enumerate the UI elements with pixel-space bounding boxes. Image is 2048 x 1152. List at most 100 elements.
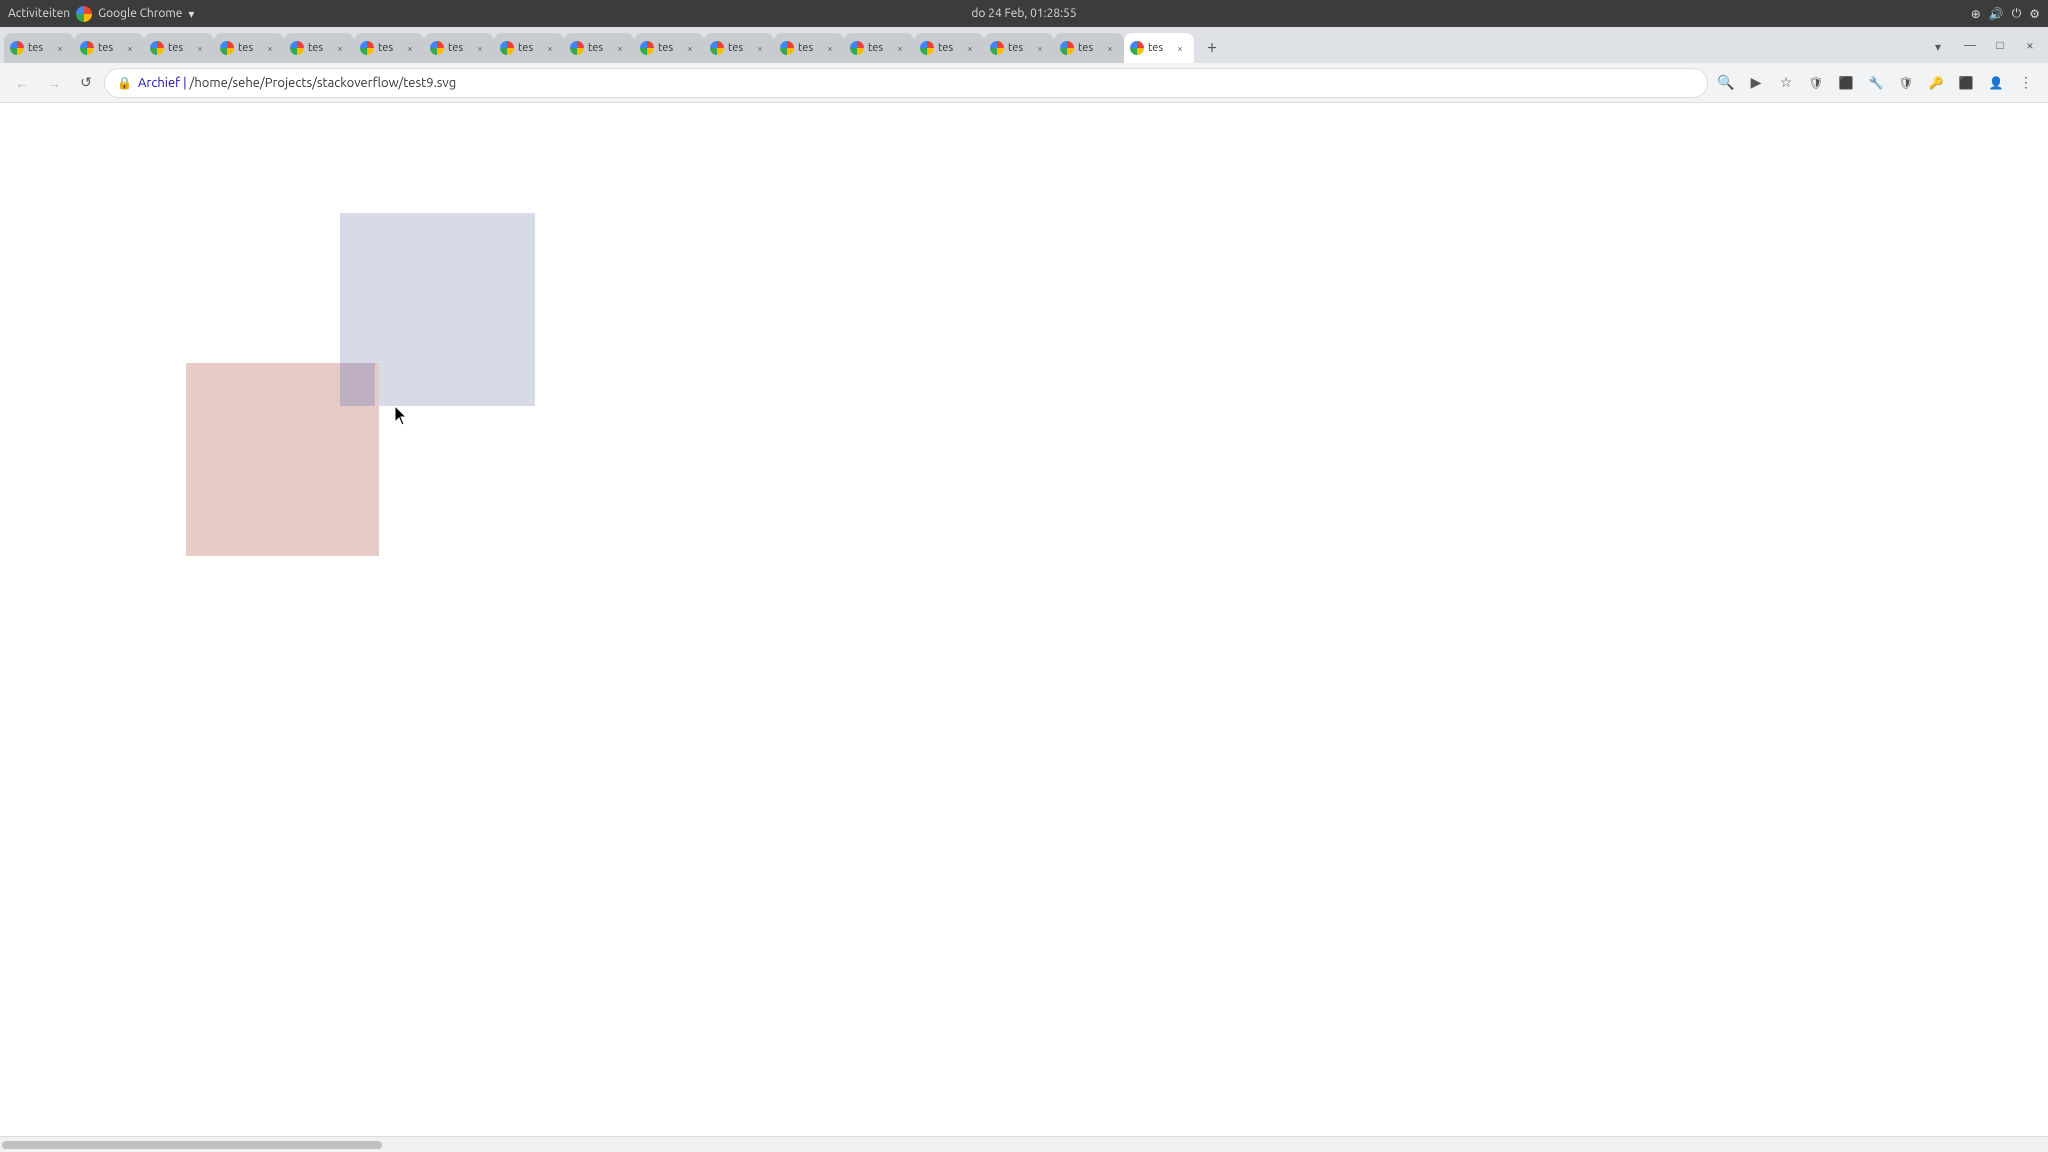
maximize-button[interactable]: □ (1986, 31, 2014, 59)
extension-2-icon[interactable]: ⬛ (1832, 69, 1860, 97)
tab-16[interactable]: tes × (1054, 33, 1124, 63)
tab-bar: tes × tes × tes × tes × tes × tes × (0, 27, 2048, 63)
tab-14[interactable]: tes × (914, 33, 984, 63)
browser-name-label: Google Chrome (98, 7, 182, 20)
tab-favicon-17 (1130, 41, 1144, 55)
nav-right-icons: 🔍 ▶ ☆ 🛡 ⬛ 🔧 🛡 🔑 ⬛ 👤 ⋮ (1712, 69, 2040, 97)
tab-6[interactable]: tes × (354, 33, 424, 63)
tab-favicon-9 (570, 41, 584, 55)
extension-1-icon[interactable]: 🛡 (1802, 69, 1830, 97)
tab-5[interactable]: tes × (284, 33, 354, 63)
tab-close-9[interactable]: × (612, 40, 628, 56)
tab-title-3: tes (168, 42, 188, 54)
scrollbar-thumb[interactable] (2, 1141, 382, 1149)
url-prefix: Archief (138, 76, 180, 90)
tab-favicon-1 (10, 41, 24, 55)
tab-title-12: tes (798, 42, 818, 54)
bookmark-icon[interactable]: ☆ (1772, 69, 1800, 97)
new-tab-button[interactable]: + (1198, 33, 1226, 61)
tab-close-11[interactable]: × (752, 40, 768, 56)
tab-2[interactable]: tes × (74, 33, 144, 63)
tab-title-8: tes (518, 42, 538, 54)
extension-5-icon[interactable]: 🔑 (1922, 69, 1950, 97)
minimize-button[interactable]: — (1956, 31, 1984, 59)
tab-title-6: tes (378, 42, 398, 54)
tab-close-10[interactable]: × (682, 40, 698, 56)
extension-4-icon[interactable]: 🛡 (1892, 69, 1920, 97)
tab-close-3[interactable]: × (192, 40, 208, 56)
tab-favicon-11 (710, 41, 724, 55)
tab-12[interactable]: tes × (774, 33, 844, 63)
tab-favicon-14 (920, 41, 934, 55)
tab-close-17[interactable]: × (1172, 40, 1188, 56)
tab-title-10: tes (658, 42, 678, 54)
tab-favicon-10 (640, 41, 654, 55)
tab-9[interactable]: tes × (564, 33, 634, 63)
tab-favicon-3 (150, 41, 164, 55)
tab-close-14[interactable]: × (962, 40, 978, 56)
tab-3[interactable]: tes × (144, 33, 214, 63)
tab-title-16: tes (1078, 42, 1098, 54)
tab-title-15: tes (1008, 42, 1028, 54)
search-icon[interactable]: 🔍 (1712, 69, 1740, 97)
tab-title-13: tes (868, 42, 888, 54)
tab-overflow-button[interactable]: ▾ (1924, 33, 1952, 61)
tab-13[interactable]: tes × (844, 33, 914, 63)
tab-close-12[interactable]: × (822, 40, 838, 56)
tab-title-9: tes (588, 42, 608, 54)
back-button[interactable]: ← (8, 69, 36, 97)
reload-button[interactable]: ↺ (72, 69, 100, 97)
profile-icon[interactable]: 👤 (1982, 69, 2010, 97)
tab-favicon-4 (220, 41, 234, 55)
tab-title-5: tes (308, 42, 328, 54)
tab-close-4[interactable]: × (262, 40, 278, 56)
tab-4[interactable]: tes × (214, 33, 284, 63)
tab-close-1[interactable]: × (52, 40, 68, 56)
tab-close-16[interactable]: × (1102, 40, 1118, 56)
tab-15[interactable]: tes × (984, 33, 1054, 63)
address-bar[interactable]: 🔒 Archief | /home/sehe/Projects/stackove… (104, 68, 1708, 98)
chrome-logo-icon (76, 6, 92, 22)
tab-close-6[interactable]: × (402, 40, 418, 56)
forward-button[interactable]: → (40, 69, 68, 97)
datetime-label: do 24 Feb, 01:28:55 (971, 7, 1076, 20)
dropdown-arrow-icon[interactable]: ▾ (188, 7, 194, 21)
tab-title-14: tes (938, 42, 958, 54)
url-path: /home/sehe/Projects/stackoverflow/test9.… (190, 76, 457, 90)
tab-11[interactable]: tes × (704, 33, 774, 63)
tab-title-1: tes (28, 42, 48, 54)
tab-favicon-5 (290, 41, 304, 55)
tab-favicon-13 (850, 41, 864, 55)
network-icon: ⊕ (1971, 7, 1981, 21)
play-icon[interactable]: ▶ (1742, 69, 1770, 97)
extension-6-icon[interactable]: ⬛ (1952, 69, 1980, 97)
tab-close-13[interactable]: × (892, 40, 908, 56)
tab-close-5[interactable]: × (332, 40, 348, 56)
tab-close-8[interactable]: × (542, 40, 558, 56)
settings-icon[interactable]: ⚙ (2029, 7, 2040, 21)
tab-title-4: tes (238, 42, 258, 54)
tab-17-active[interactable]: tes × (1124, 33, 1194, 63)
tab-close-15[interactable]: × (1032, 40, 1048, 56)
tab-close-7[interactable]: × (472, 40, 488, 56)
tab-favicon-12 (780, 41, 794, 55)
tab-title-2: tes (98, 42, 118, 54)
system-tray: ⊕ 🔊 ⏻ ⚙ (1971, 7, 2040, 21)
tab-10[interactable]: tes × (634, 33, 704, 63)
extension-3-icon[interactable]: 🔧 (1862, 69, 1890, 97)
tab-favicon-15 (990, 41, 1004, 55)
close-window-button[interactable]: × (2016, 31, 2044, 59)
tab-favicon-16 (1060, 41, 1074, 55)
tab-1[interactable]: tes × (4, 33, 74, 63)
power-icon: ⏻ (2012, 7, 2022, 21)
tab-close-2[interactable]: × (122, 40, 138, 56)
tab-title-11: tes (728, 42, 748, 54)
menu-button[interactable]: ⋮ (2012, 69, 2040, 97)
tab-favicon-6 (360, 41, 374, 55)
horizontal-scrollbar[interactable] (0, 1136, 2048, 1152)
tab-8[interactable]: tes × (494, 33, 564, 63)
volume-icon: 🔊 (1989, 7, 2004, 21)
tab-7[interactable]: tes × (424, 33, 494, 63)
activities-button[interactable]: Activiteiten (8, 7, 70, 20)
system-bar: Activiteiten Google Chrome ▾ do 24 Feb, … (0, 0, 2048, 27)
